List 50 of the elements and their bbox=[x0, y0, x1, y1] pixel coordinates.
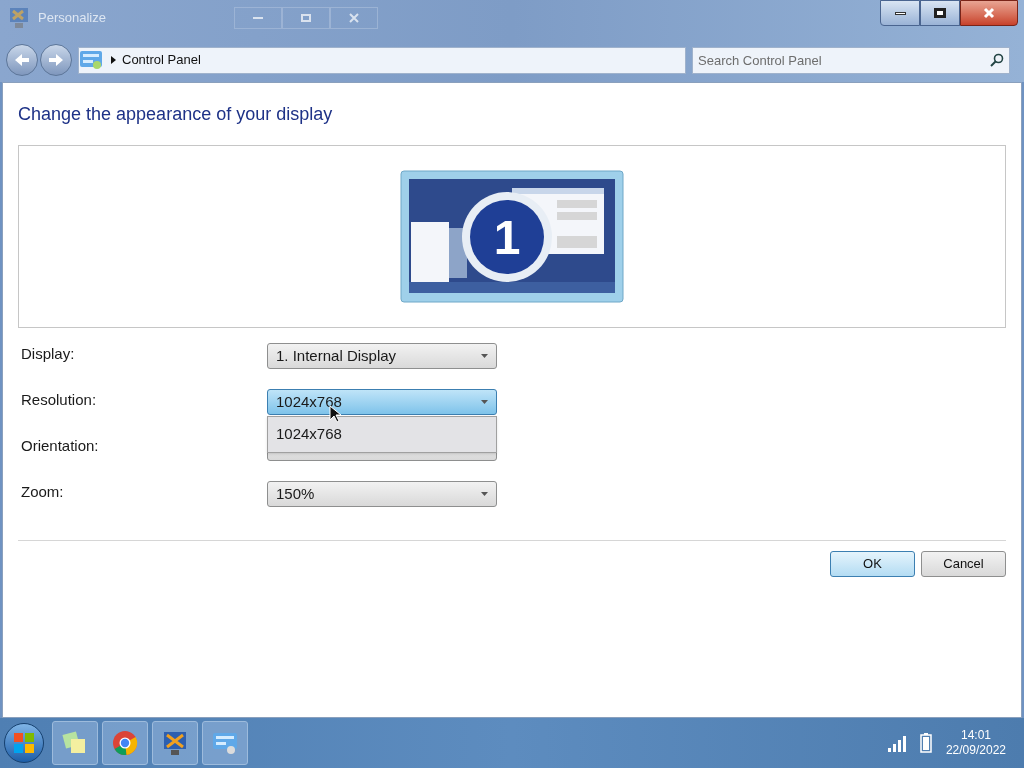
chevron-right-icon bbox=[111, 56, 116, 64]
maximize-button[interactable] bbox=[920, 0, 960, 26]
back-button[interactable] bbox=[6, 44, 38, 76]
window-title: Personalize bbox=[38, 9, 106, 28]
dialog-button[interactable]: OK bbox=[830, 551, 915, 577]
close-icon bbox=[329, 7, 378, 29]
browser-icon bbox=[112, 730, 138, 756]
minimize-button[interactable] bbox=[880, 0, 920, 26]
caret-icon bbox=[481, 492, 488, 496]
taskbar-button[interactable] bbox=[152, 721, 198, 765]
control-panel-icon bbox=[211, 730, 239, 756]
maximize-icon bbox=[281, 7, 330, 29]
setting-label: Zoom: bbox=[20, 482, 65, 502]
monitor-drawing: 1 bbox=[400, 170, 624, 303]
battery-icon bbox=[919, 733, 932, 753]
cursor-icon bbox=[329, 405, 341, 423]
left-arrow-icon bbox=[14, 53, 30, 67]
dropdown[interactable]: 150% bbox=[267, 481, 497, 507]
taskbar-button[interactable] bbox=[202, 721, 248, 765]
control-panel-icon bbox=[79, 49, 105, 71]
minimize-icon bbox=[233, 7, 282, 29]
dropdown[interactable]: 1024x768 bbox=[267, 389, 497, 415]
breadcrumb[interactable]: Control Panel bbox=[122, 50, 201, 70]
clock-date: 22/09/2022 bbox=[945, 743, 1006, 758]
dialog-button[interactable]: Cancel bbox=[921, 551, 1006, 577]
setting-label: Resolution: bbox=[20, 390, 98, 410]
caret-icon bbox=[481, 400, 488, 404]
windows-logo-icon bbox=[14, 733, 34, 753]
minimize-icon bbox=[894, 11, 906, 15]
setting-label: Display: bbox=[20, 344, 76, 364]
dropdown-option[interactable]: 1024x768 bbox=[268, 417, 496, 452]
taskbar-button[interactable] bbox=[102, 721, 148, 765]
right-arrow-icon bbox=[48, 53, 64, 67]
address-bar[interactable]: Control Panel bbox=[78, 46, 686, 74]
close-button[interactable] bbox=[960, 0, 1018, 26]
start-button[interactable] bbox=[4, 723, 44, 763]
page-heading: Change the appearance of your display bbox=[18, 103, 334, 126]
setting-label: Orientation: bbox=[20, 436, 100, 456]
forward-button[interactable] bbox=[40, 44, 72, 76]
clock-time: 14:01 bbox=[960, 728, 991, 743]
maximize-icon bbox=[934, 8, 946, 18]
search-field[interactable]: Search Control Panel bbox=[692, 46, 1010, 74]
taskbar-button[interactable] bbox=[52, 721, 98, 765]
dropdown[interactable]: 1. Internal Display bbox=[267, 343, 497, 369]
display-icon bbox=[161, 729, 189, 757]
sticky-notes-icon bbox=[62, 730, 88, 756]
search-icon bbox=[990, 52, 1004, 67]
caret-icon bbox=[481, 354, 488, 358]
display-icon bbox=[8, 6, 30, 30]
close-icon bbox=[983, 7, 995, 19]
